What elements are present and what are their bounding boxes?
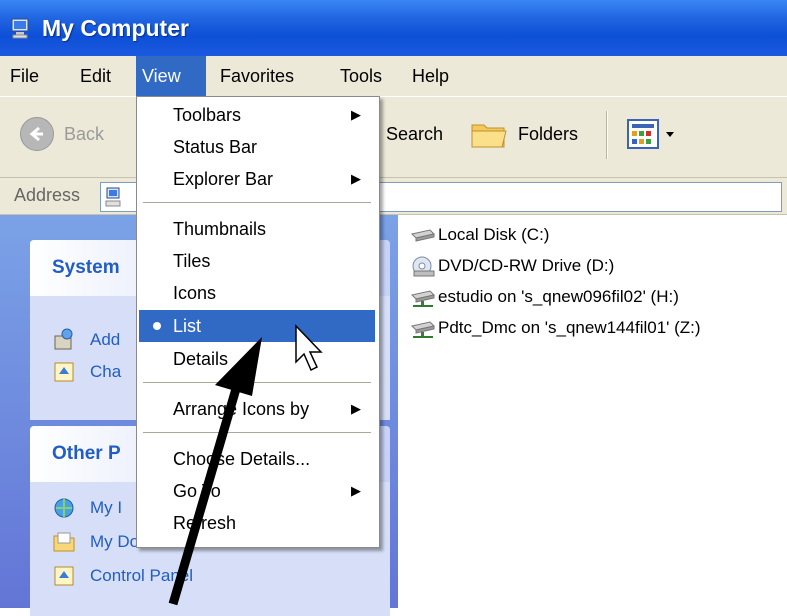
menu-item-label: Details [173, 349, 229, 369]
views-button[interactable] [626, 117, 682, 151]
submenu-arrow-icon: ▶ [351, 483, 361, 498]
view-menu-refresh[interactable]: Refresh [139, 507, 375, 539]
submenu-arrow-icon: ▶ [351, 171, 361, 186]
dvd-drive-icon [412, 256, 435, 277]
drive-item-z[interactable]: Pdtc_Dmc on 's_qnew144fil01' (Z:) [410, 317, 701, 339]
view-menu-explorer-bar[interactable]: Explorer Bar ▶ [139, 163, 375, 195]
view-menu-list[interactable]: List [139, 310, 375, 342]
add-remove-programs-icon [54, 328, 73, 350]
submenu-arrow-icon: ▶ [351, 401, 361, 416]
back-label: Back [64, 123, 105, 144]
view-menu-choose-details[interactable]: Choose Details... [139, 443, 375, 475]
task-link-label: Add [90, 330, 121, 349]
task-link-label: Control Panel [90, 566, 194, 585]
view-menu-tiles[interactable]: Tiles [139, 245, 375, 277]
menu-item-label: Tiles [173, 251, 211, 271]
view-menu-thumbnails[interactable]: Thumbnails [139, 213, 375, 245]
drive-item-d[interactable]: DVD/CD-RW Drive (D:) [410, 255, 614, 277]
menu-tools[interactable]: Tools [334, 56, 388, 96]
view-menu-toolbars[interactable]: Toolbars ▶ [139, 99, 375, 131]
menu-favorites[interactable]: Favorites [214, 56, 300, 96]
drive-label: DVD/CD-RW Drive (D:) [438, 256, 615, 275]
selected-bullet-icon [153, 322, 161, 330]
folders-label: Folders [518, 123, 579, 144]
network-drive-icon [411, 290, 435, 307]
submenu-arrow-icon: ▶ [351, 107, 361, 122]
back-button[interactable]: Back [20, 117, 104, 151]
drive-item-c[interactable]: Local Disk (C:) [410, 224, 549, 246]
view-menu-details[interactable]: Details [139, 343, 375, 375]
view-menu-arrange-icons-by[interactable]: Arrange Icons by ▶ [139, 393, 375, 425]
add-remove-programs-link[interactable]: Add [52, 328, 120, 352]
change-setting-link[interactable]: Cha [52, 360, 121, 384]
menu-item-label: Choose Details... [173, 449, 311, 469]
menu-item-label: Refresh [173, 513, 237, 533]
menu-item-label: Arrange Icons by [173, 399, 310, 419]
menu-bar: File Edit View Favorites Tools Help [0, 56, 787, 97]
view-menu-dropdown: Toolbars ▶ Status Bar Explorer Bar ▶ Thu… [136, 96, 380, 548]
search-button[interactable]: Search [386, 117, 443, 151]
control-panel-link[interactable]: Control Panel [52, 564, 193, 588]
control-panel-icon [54, 566, 74, 586]
my-network-places-link[interactable]: My I [52, 496, 122, 520]
title-bar: My Computer [0, 0, 787, 56]
menu-item-label: Explorer Bar [173, 169, 274, 189]
address-bar: Address [0, 178, 787, 215]
task-link-label: My I [90, 498, 123, 517]
toolbar: Back Search Folders [0, 97, 787, 178]
view-menu-go-to[interactable]: Go To ▶ [139, 475, 375, 507]
drive-label: Pdtc_Dmc on 's_qnew144fil01' (Z:) [438, 318, 701, 337]
menu-view[interactable]: View [136, 56, 206, 96]
menu-item-label: Icons [173, 283, 217, 303]
network-places-icon [54, 498, 74, 518]
my-computer-icon [11, 18, 29, 39]
menu-item-label: Thumbnails [173, 219, 267, 239]
folders-icon [471, 124, 507, 148]
back-arrow-icon [20, 117, 54, 151]
search-label: Search [386, 123, 444, 144]
menu-file[interactable]: File [4, 56, 45, 96]
views-icon [627, 119, 674, 149]
drive-item-h[interactable]: estudio on 's_qnew096fil02' (H:) [410, 286, 679, 308]
menu-item-label: Toolbars [173, 105, 242, 125]
menu-item-label: Go To [173, 481, 221, 501]
toolbar-separator [606, 111, 608, 159]
hard-disk-icon [411, 229, 435, 242]
folders-button[interactable]: Folders [468, 117, 578, 151]
menu-item-label: List [173, 316, 202, 336]
my-documents-icon [53, 532, 75, 552]
view-menu-status-bar[interactable]: Status Bar [139, 131, 375, 163]
control-panel-icon [54, 362, 74, 382]
drive-label: Local Disk (C:) [438, 225, 550, 244]
menu-separator [143, 202, 371, 203]
drive-label: estudio on 's_qnew096fil02' (H:) [438, 287, 679, 306]
my-computer-icon [105, 187, 121, 207]
menu-separator [143, 382, 371, 383]
address-label: Address [14, 185, 81, 205]
view-menu-icons[interactable]: Icons [139, 277, 375, 309]
menu-help[interactable]: Help [406, 56, 455, 96]
menu-edit[interactable]: Edit [74, 56, 117, 96]
menu-item-label: Status Bar [173, 137, 258, 157]
task-link-label: Cha [90, 362, 122, 381]
window-title: My Computer [42, 14, 189, 41]
network-drive-icon [411, 321, 435, 338]
menu-separator [143, 432, 371, 433]
